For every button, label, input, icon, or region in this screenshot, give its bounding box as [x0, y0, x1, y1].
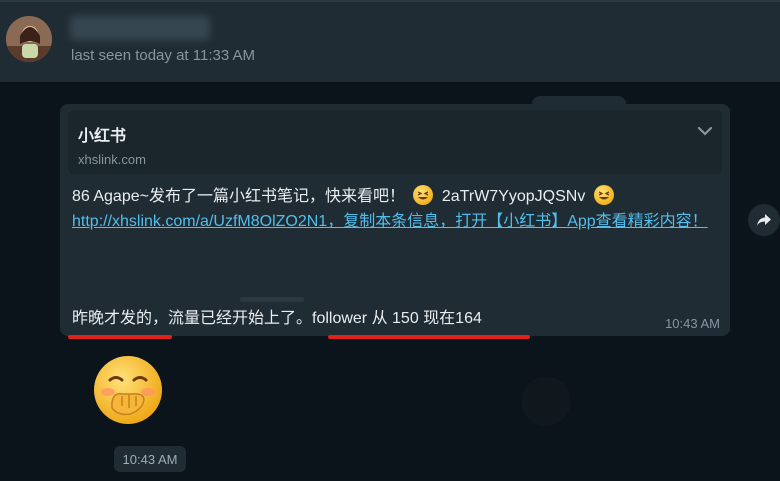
preview-title: 小红书 — [78, 128, 127, 145]
red-annotation-underline-2 — [328, 335, 530, 339]
chevron-down-icon[interactable] — [694, 120, 716, 142]
hand-over-mouth-emoji — [94, 356, 162, 424]
faint-divider — [240, 297, 304, 302]
avatar-photo — [6, 16, 52, 62]
avatar[interactable] — [6, 16, 52, 62]
forward-button[interactable] — [748, 204, 780, 236]
forward-icon — [757, 214, 771, 226]
emoji-message-time: 10:43 AM — [114, 446, 186, 472]
message-text-start: 86 Agape~发布了一篇小红书笔记，快来看吧！ — [72, 188, 405, 205]
contact-name-blurred[interactable] — [70, 16, 210, 40]
message-text: 86 Agape~发布了一篇小红书笔记，快来看吧！ 2aTrW7YyopJQSN… — [72, 184, 722, 234]
note-code: 2aTrW7YyopJQSNv — [441, 188, 586, 205]
grinning-squint-emoji — [413, 185, 434, 205]
chat-header[interactable]: last seen today at 11:33 AM — [0, 0, 780, 82]
message-bubble[interactable]: 小红书 xhslink.com 86 Agape~发布了一篇小红书笔记，快来看吧… — [60, 104, 730, 336]
message-time: 10:43 AM — [665, 316, 720, 331]
grinning-squint-emoji — [593, 185, 614, 205]
preview-domain: xhslink.com — [78, 152, 146, 167]
last-seen-status: last seen today at 11:33 AM — [71, 47, 256, 64]
link-preview[interactable]: 小红书 xhslink.com — [68, 110, 722, 174]
followup-text: 昨晚才发的，流量已经开始上了。follower 从 150 现在164 — [72, 310, 482, 327]
red-annotation-underline-1 — [68, 335, 172, 339]
top-divider — [0, 0, 780, 2]
xhs-link[interactable]: http://xhslink.com/a/UzfM8OlZO2N1，复制本条信息… — [72, 213, 708, 230]
